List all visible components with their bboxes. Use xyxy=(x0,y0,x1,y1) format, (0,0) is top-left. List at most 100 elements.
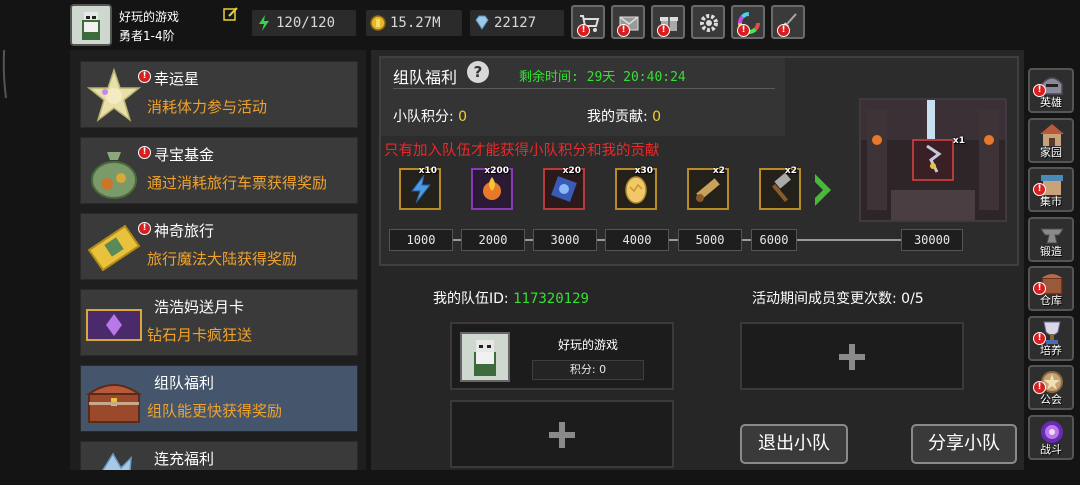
contribution-label: 我的贡献: xyxy=(587,109,648,125)
nav-battle[interactable]: 战斗 xyxy=(1028,415,1074,460)
nav-warehouse[interactable]: ! 仓库 xyxy=(1028,266,1074,311)
preview-quantity: x1 xyxy=(952,136,965,146)
nav-label: 仓库 xyxy=(1040,294,1062,307)
crystal-icon xyxy=(102,452,132,470)
sidebar-item-title: 寻宝基金 xyxy=(154,146,215,164)
player-avatar[interactable] xyxy=(70,4,112,46)
team-member-slot-3[interactable] xyxy=(450,400,674,468)
edit-icon[interactable] xyxy=(223,6,239,22)
settings-button[interactable] xyxy=(691,5,725,39)
top-bar: 好玩的游戏 勇者1-4阶 120/120 15.27M 22127 ! ! ! … xyxy=(0,0,1080,50)
sidebar-item-subtitle: 钻石月卡疯狂送 xyxy=(147,326,253,344)
team-score-label: 小队积分: xyxy=(393,109,454,125)
reward-item[interactable]: x2 xyxy=(687,166,729,210)
reward-quantity: x200 xyxy=(484,166,509,176)
reward-quantity: x30 xyxy=(634,166,653,176)
nav-hero[interactable]: ! 英雄 xyxy=(1028,68,1074,113)
nav-market[interactable]: ! 集市 xyxy=(1028,167,1074,212)
sidebar-item-title: 连充福利 xyxy=(154,450,215,468)
reward-quantity: x20 xyxy=(562,166,581,176)
team-id-value: 117320129 xyxy=(513,291,589,307)
hammer-icon xyxy=(772,173,791,202)
scroll-icon xyxy=(696,178,720,202)
lucky-star-icon xyxy=(86,68,142,122)
member-name: 好玩的游戏 xyxy=(558,338,619,352)
sidebar-item-lucky-star[interactable]: ! 幸运星 消耗体力参与活动 xyxy=(80,61,358,128)
team-member-slot-2[interactable] xyxy=(740,322,964,390)
sidebar-item-treasure-fund[interactable]: ! 寻宝基金 通过消耗旅行车票获得奖励 xyxy=(80,137,358,204)
member-avatar xyxy=(460,332,510,382)
sidebar-item-title: 幸运星 xyxy=(154,70,200,88)
month-card-icon xyxy=(86,309,142,341)
lucky-star-badge: ! xyxy=(138,70,151,83)
player-name: 好玩的游戏 xyxy=(119,10,180,24)
sidebar-item-team-welfare[interactable]: 组队福利 组队能更快获得奖励 xyxy=(80,365,358,432)
sidebar-item-subtitle: 消耗体力参与活动 xyxy=(147,98,268,116)
milestone-marker: 2000 xyxy=(461,229,525,251)
milestone-marker: 6000 xyxy=(751,229,797,251)
my-contribution: 我的贡献: 0 xyxy=(587,106,661,126)
sidebar-item-month-card[interactable]: 浩浩妈送月卡 钻石月卡疯狂送 xyxy=(80,289,358,356)
reward-item[interactable]: x30 xyxy=(615,166,657,210)
next-arrow-icon[interactable] xyxy=(811,170,837,210)
help-icon[interactable]: ? xyxy=(467,61,489,83)
reward-item[interactable]: x2 xyxy=(759,166,801,210)
reward-item[interactable]: x20 xyxy=(543,166,585,210)
gift-button[interactable]: ! xyxy=(651,5,685,39)
nav-home[interactable]: 家园 xyxy=(1028,118,1074,163)
egg-icon xyxy=(625,176,647,204)
sidebar-item-recharge-welfare[interactable]: 连充福利 xyxy=(80,441,358,470)
team-welfare-panel: 组队福利 ? 剩余时间: 29天 20:40:24 小队积分: 0 我的贡献: … xyxy=(371,50,1024,470)
gold-stat: 15.27M xyxy=(366,10,462,36)
treasure-bag-icon xyxy=(91,152,137,199)
reward-quantity: x2 xyxy=(712,166,725,176)
team-score: 小队积分: 0 xyxy=(393,106,467,126)
reward-item[interactable]: x10 xyxy=(399,166,441,210)
mail-button[interactable]: ! xyxy=(611,5,645,39)
player-rank: 勇者1-4阶 xyxy=(119,29,175,43)
team-id: 我的队伍ID: 117320129 xyxy=(433,288,589,308)
add-member-icon xyxy=(839,344,865,370)
settings-icon xyxy=(700,14,718,32)
milestone-marker: 3000 xyxy=(533,229,597,251)
nav-label: 公会 xyxy=(1040,393,1062,406)
nav-guild[interactable]: ! 公会 xyxy=(1028,365,1074,410)
panel-title: 组队福利 xyxy=(393,68,458,87)
nav-train[interactable]: ! 培养 xyxy=(1028,316,1074,361)
nav-forge[interactable]: 锻造 xyxy=(1028,217,1074,262)
broom-button[interactable]: ! xyxy=(771,5,805,39)
team-score-value: 0 xyxy=(458,109,468,125)
divider xyxy=(393,88,775,89)
diamond-stat: 22127 xyxy=(470,10,564,36)
shop-alert-badge: ! xyxy=(577,24,590,37)
sidebar-item-magic-travel[interactable]: ! 神奇旅行 旅行魔法大陆获得奖励 xyxy=(80,213,358,280)
nav-label: 培养 xyxy=(1040,344,1062,357)
sidebar-item-subtitle: 组队能更快获得奖励 xyxy=(147,402,283,420)
sidebar-item-title: 组队福利 xyxy=(154,374,215,392)
share-team-button[interactable]: 分享小队 xyxy=(911,424,1017,464)
sidebar-item-subtitle: 旅行魔法大陆获得奖励 xyxy=(147,250,298,268)
milestone-marker: 1000 xyxy=(389,229,453,251)
treasure-fund-badge: ! xyxy=(138,146,151,159)
nav-label: 家园 xyxy=(1040,146,1062,159)
sidebar-item-subtitle: 通过消耗旅行车票获得奖励 xyxy=(147,174,328,192)
color-wheel-button[interactable]: ! xyxy=(731,5,765,39)
sidebar-item-title: 浩浩妈送月卡 xyxy=(154,298,245,316)
gold-value: 15.27M xyxy=(390,15,441,31)
stamina-stat: 120/120 xyxy=(252,10,356,36)
add-member-icon xyxy=(549,422,575,448)
leave-team-button[interactable]: 退出小队 xyxy=(740,424,848,464)
shop-button[interactable]: ! xyxy=(571,5,605,39)
reward-quantity: x2 xyxy=(784,166,797,176)
blue-rune-icon xyxy=(551,176,577,202)
lightning-icon xyxy=(411,174,432,204)
reward-item[interactable]: x200 xyxy=(471,166,513,210)
sidebar-item-title: 神奇旅行 xyxy=(154,222,215,240)
final-reward-preview[interactable]: x1 xyxy=(859,98,1007,222)
reward-panel: 组队福利 ? 剩余时间: 29天 20:40:24 小队积分: 0 我的贡献: … xyxy=(379,56,1019,266)
gold-coin-icon xyxy=(370,15,386,31)
team-member-slot-1[interactable]: 好玩的游戏 积分: 0 xyxy=(450,322,674,390)
nav-label: 英雄 xyxy=(1040,96,1062,109)
contribution-value: 0 xyxy=(652,109,662,125)
team-id-label: 我的队伍ID: xyxy=(433,291,509,307)
